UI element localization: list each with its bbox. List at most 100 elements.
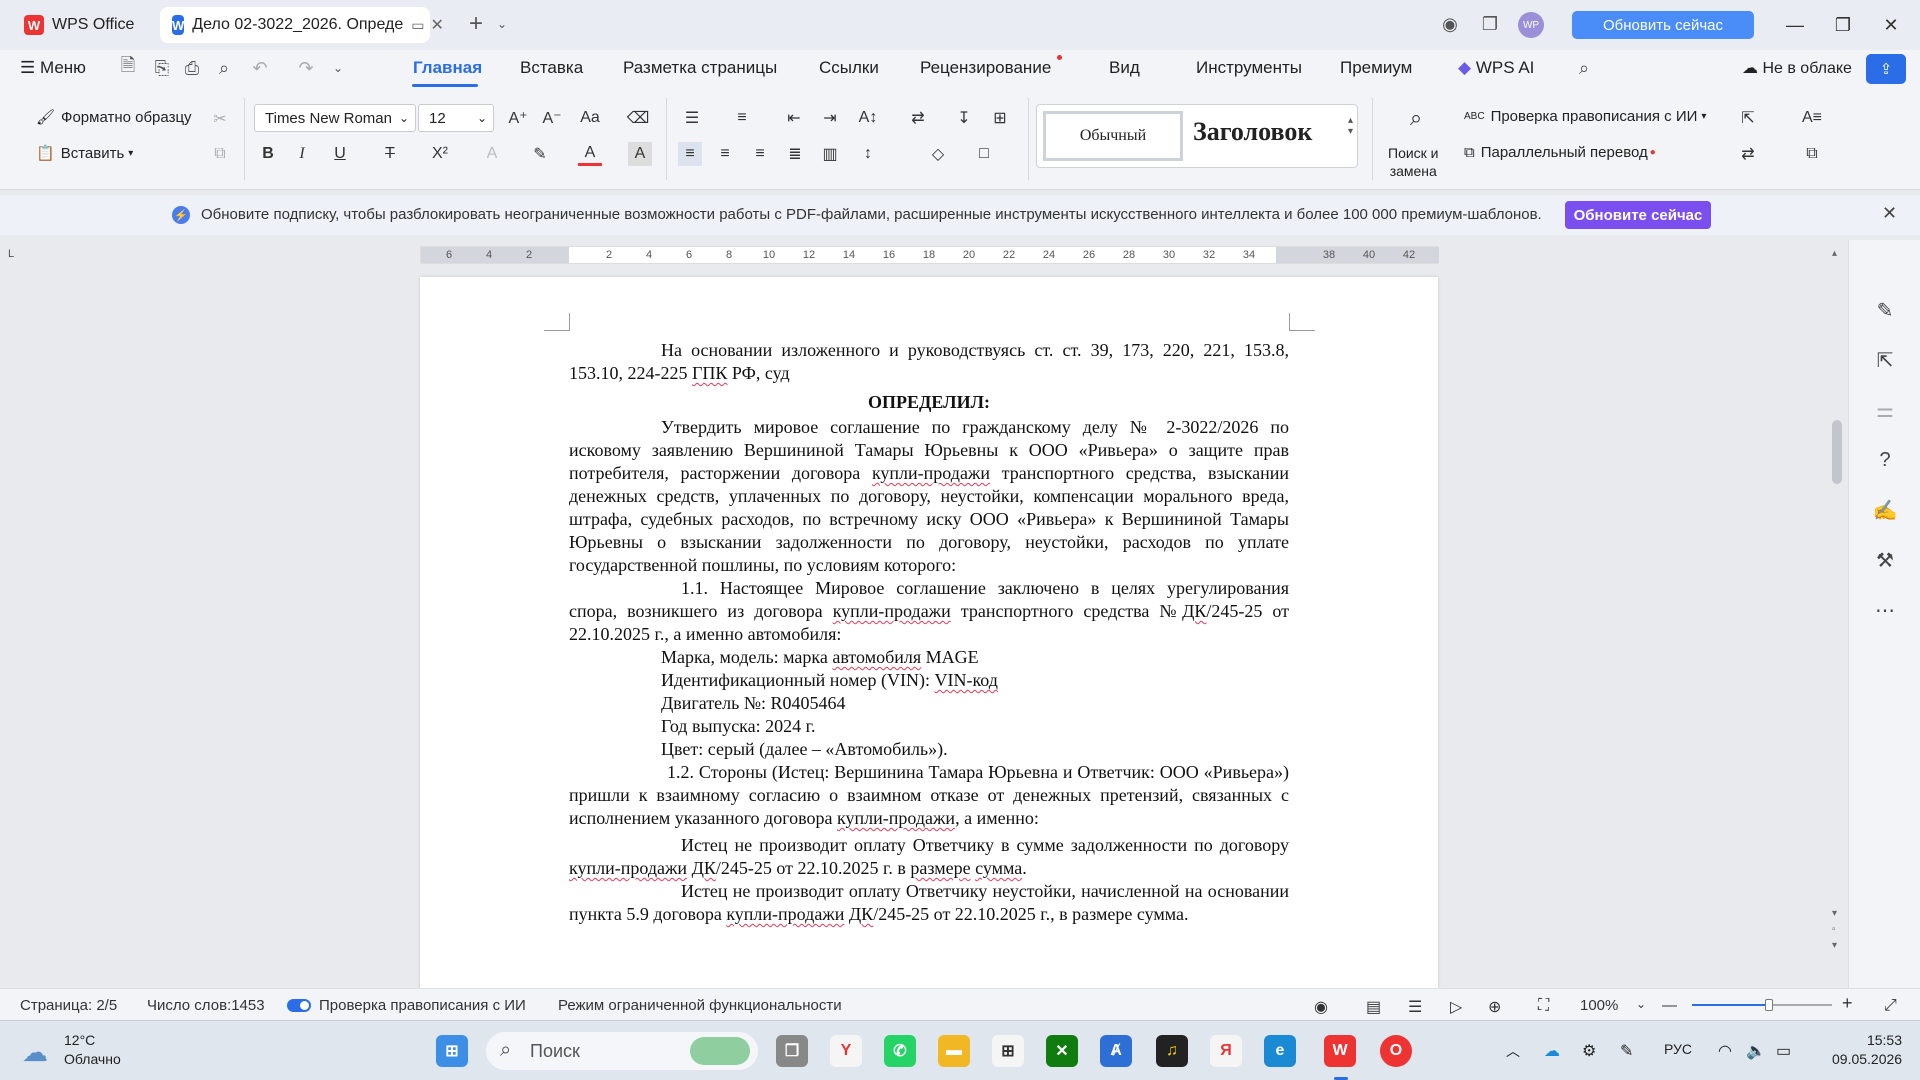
- sort-icon[interactable]: ⇄: [906, 106, 930, 130]
- taskbar-search[interactable]: ⌕ Поиск: [486, 1032, 758, 1070]
- close-tab-icon[interactable]: ✕: [430, 15, 443, 35]
- translate-panel-icon[interactable]: ✍: [1871, 496, 1899, 524]
- spellcheck-ai-button[interactable]: ABC Проверка правописания с ИИ ▾: [1464, 108, 1706, 125]
- text-tools-icon[interactable]: A≡: [1800, 106, 1824, 130]
- fullscreen-icon[interactable]: ⤢: [1884, 997, 1897, 1015]
- parallel-translate-button[interactable]: ⧉ Параллельный перевод ●: [1464, 144, 1656, 161]
- xbox-icon[interactable]: ✕: [1046, 1035, 1078, 1067]
- arrange-icon[interactable]: ⧉: [1800, 142, 1824, 166]
- help-icon[interactable]: ?: [1871, 446, 1899, 474]
- page-indicator[interactable]: Страница: 2/5: [20, 997, 117, 1014]
- vpn-icon[interactable]: ⚙: [1582, 1041, 1596, 1061]
- tab-stop-icon[interactable]: L: [8, 248, 14, 260]
- menu-button[interactable]: ☰ Меню: [20, 58, 86, 78]
- avatar[interactable]: WP: [1518, 12, 1544, 38]
- pen-tray-icon[interactable]: ✎: [1620, 1041, 1633, 1061]
- zoom-slider[interactable]: [1692, 999, 1832, 1011]
- vertical-scrollbar[interactable]: [1832, 420, 1842, 484]
- superscript-icon[interactable]: X²: [428, 142, 452, 166]
- fit-page-icon[interactable]: ⛶: [1538, 997, 1549, 1015]
- tab-review[interactable]: Рецензирование: [920, 58, 1051, 78]
- print-icon[interactable]: ⎙: [180, 56, 204, 80]
- find-replace-button[interactable]: Поиск и замена: [1388, 144, 1439, 180]
- copy-icon[interactable]: ⧉: [208, 142, 232, 166]
- yandex-browser-icon[interactable]: Y: [830, 1035, 862, 1067]
- copilot-icon[interactable]: ◉: [1438, 12, 1462, 36]
- increase-indent-icon[interactable]: ⇥: [818, 106, 842, 130]
- show-marks-icon[interactable]: ⊞: [988, 106, 1012, 130]
- style-normal[interactable]: Обычный: [1043, 111, 1183, 161]
- bullet-list-icon[interactable]: ☰: [680, 106, 704, 130]
- zoom-slider-knob[interactable]: [1765, 999, 1773, 1011]
- find-icon[interactable]: ⌕: [1404, 105, 1428, 130]
- underline-icon[interactable]: U: [328, 142, 352, 166]
- undo-icon[interactable]: ↶: [248, 56, 272, 80]
- whatsapp-icon[interactable]: ✆: [884, 1035, 916, 1067]
- chevron-down-icon[interactable]: ⌄: [490, 12, 514, 36]
- battery-icon[interactable]: ▭: [1776, 1041, 1791, 1061]
- line-spacing-icon[interactable]: ↕: [856, 142, 880, 166]
- tab-view[interactable]: Вид: [1109, 58, 1140, 78]
- upgrade-button[interactable]: Обновить сейчас: [1572, 11, 1754, 39]
- wps-taskbar-icon[interactable]: W: [1324, 1035, 1356, 1067]
- text-direction-icon[interactable]: A↕: [856, 106, 880, 130]
- microsoft-store-icon[interactable]: ⊞: [992, 1035, 1024, 1067]
- save-icon[interactable]: 🗎: [116, 55, 140, 80]
- document-body[interactable]: На основании изложенного и руководствуяс…: [569, 339, 1289, 926]
- borders-icon[interactable]: □: [972, 142, 996, 166]
- outline-icon[interactable]: ☰: [1408, 997, 1422, 1017]
- print-preview-icon[interactable]: ⌕: [212, 56, 236, 80]
- opera-icon[interactable]: O: [1380, 1035, 1412, 1067]
- window-switch-icon[interactable]: ❐: [1478, 12, 1502, 36]
- cursor-select-icon[interactable]: ⇱: [1871, 346, 1899, 374]
- share-icon[interactable]: ⇪: [1866, 54, 1906, 84]
- volume-icon[interactable]: 🔈: [1746, 1041, 1766, 1061]
- align-center-icon[interactable]: ≡: [713, 142, 737, 166]
- zoom-dropdown-icon[interactable]: ⌄: [1636, 997, 1646, 1011]
- tab-insert[interactable]: Вставка: [520, 58, 583, 78]
- bold-icon[interactable]: B: [256, 142, 280, 166]
- clear-format-icon[interactable]: ⌫: [626, 106, 650, 130]
- text-effect-icon[interactable]: A: [480, 142, 504, 166]
- page-view-icon[interactable]: ▤: [1366, 997, 1381, 1017]
- tab-wps-ai[interactable]: ◆ WPS AI: [1458, 58, 1534, 78]
- document-page[interactable]: На основании изложенного и руководствуяс…: [420, 277, 1438, 988]
- clock[interactable]: 15:53 09.05.2026: [1832, 1031, 1902, 1069]
- new-tab-icon[interactable]: +: [464, 10, 488, 37]
- yandex-icon[interactable]: Я: [1210, 1035, 1242, 1067]
- zoom-out-icon[interactable]: —: [1662, 997, 1677, 1014]
- tab-document[interactable]: W Дело 02-3022_2026. Опреде ▭ ✕: [160, 7, 444, 43]
- weather-cloud-icon[interactable]: ☁: [22, 1037, 48, 1068]
- export-pdf-icon[interactable]: ⎘: [150, 56, 174, 80]
- tab-premium[interactable]: Премиум: [1340, 58, 1412, 78]
- numbered-list-icon[interactable]: ≡: [730, 106, 754, 130]
- styles-more-icon[interactable]: ▴ ▾: [1348, 115, 1353, 137]
- cut-icon[interactable]: ✂: [208, 107, 232, 131]
- horizontal-ruler[interactable]: 6 4 2 2 4 6 8 10 12 14 16 18 20 22 24 26 28 30 32 34 38 40 42: [420, 246, 1439, 264]
- decrease-indent-icon[interactable]: ⇤: [782, 106, 806, 130]
- sort-az-icon[interactable]: ↧: [952, 106, 976, 130]
- language-indicator[interactable]: РУС: [1664, 1041, 1692, 1057]
- onedrive-icon[interactable]: ☁: [1544, 1041, 1560, 1061]
- font-name-select[interactable]: Times New Roman ⌄: [254, 104, 416, 132]
- update-now-button[interactable]: Обновите сейчас: [1565, 201, 1711, 229]
- paste-button[interactable]: 📋 Вставить ▾: [36, 144, 133, 163]
- tab-home[interactable]: Главная: [413, 58, 482, 78]
- tray-overflow-icon[interactable]: ︿: [1506, 1041, 1520, 1061]
- close-notification-icon[interactable]: ✕: [1882, 203, 1897, 224]
- task-view-icon[interactable]: ❐: [776, 1035, 808, 1067]
- align-left-icon[interactable]: ≡: [678, 142, 702, 166]
- file-explorer-icon[interactable]: ▬: [938, 1035, 970, 1067]
- tab-tools[interactable]: Инструменты: [1196, 58, 1302, 78]
- shading-icon[interactable]: ◇: [926, 142, 950, 166]
- redo-icon[interactable]: ↷: [294, 56, 318, 80]
- style-heading[interactable]: Заголовок: [1193, 117, 1327, 147]
- ai-replace-icon[interactable]: ⇄: [1736, 142, 1760, 166]
- tab-page-layout[interactable]: Разметка страницы: [623, 58, 777, 78]
- cloud-status[interactable]: ☁ Не в облаке: [1742, 58, 1852, 78]
- restore-icon[interactable]: ❐: [1828, 12, 1858, 38]
- web-layout-icon[interactable]: ⊕: [1488, 997, 1501, 1017]
- tab-references[interactable]: Ссылки: [819, 58, 879, 78]
- scroll-up-icon[interactable]: ▴: [1832, 248, 1837, 259]
- highlight-icon[interactable]: ✎: [528, 142, 552, 166]
